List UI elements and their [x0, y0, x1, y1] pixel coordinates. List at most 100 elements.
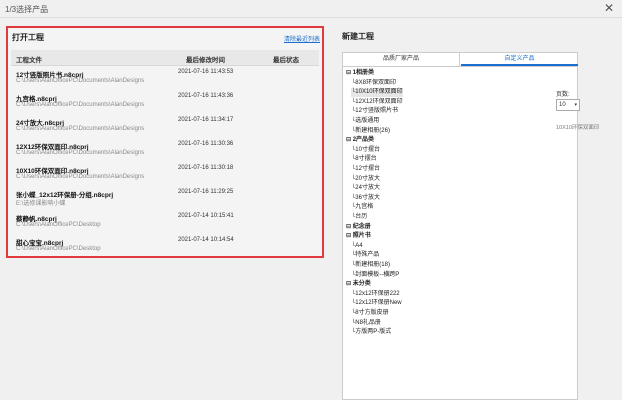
tree-item[interactable]: └九宫格: [351, 203, 373, 212]
open-project-panel: 打开工程 清除最近列表 工程文件 最后修改时间 最后状态 12寸竖版照片书.n8…: [6, 26, 324, 258]
tree-item-label: 12X12环保双面印: [355, 98, 403, 105]
tree-item-label: 12x12环保册New: [355, 300, 402, 307]
table-row[interactable]: 蔡静帆.n8cprj C:\Users\AlanOfficePC\Desktop 2…: [11, 210, 319, 234]
pages-label: 页数:: [556, 92, 570, 98]
recent-projects-table: 工程文件 最后修改时间 最后状态 12寸竖版照片书.n8cprj C:\Users…: [11, 50, 319, 258]
tab-custom-products[interactable]: 自定义产品: [461, 53, 578, 66]
tree-item[interactable]: └12寸摆台: [351, 165, 380, 174]
collapse-icon: ⊟: [346, 223, 353, 230]
collapse-icon: ⊟: [346, 137, 353, 144]
tree-item[interactable]: └10X10环保双面印: [351, 88, 403, 98]
chevron-down-icon: ▾: [574, 102, 577, 108]
product-tree: ⊟ 1相册类 └8X8环保双面印 └10X10环保双面印 └12X12环保双面印 └12…: [342, 67, 578, 400]
project-modified-time: 2021-07-14 10:15:41: [178, 213, 234, 219]
table-row[interactable]: 甜心宝宝.n8cprj C:\Users\AlanOfficePC\Desktop…: [11, 234, 319, 258]
tree-group[interactable]: ⊟ 照片书: [346, 232, 371, 241]
tree-item[interactable]: └24寸放大: [351, 184, 380, 193]
tree-item[interactable]: └新建相册(26): [351, 127, 390, 136]
collapse-icon: ⊟: [346, 281, 353, 288]
project-path: C:\Users\AlanOfficePC\Documents\AlanDesi…: [16, 102, 145, 108]
tree-item[interactable]: └N8礼品册: [351, 319, 381, 328]
tree-item-label: 九宫格: [355, 204, 374, 211]
tree-item-label: 12x12环保册222: [355, 290, 400, 297]
pages-select[interactable]: 10 ▾: [556, 99, 580, 111]
tree-group[interactable]: ⊟ 未分类: [346, 280, 371, 289]
tree-item[interactable]: └8X8环保双面印: [351, 79, 396, 88]
project-modified-time: 2021-07-14 10:14:54: [178, 237, 234, 243]
table-row[interactable]: 张小蝶_12x12环保册-分组.n8cprj E:\选修课影响小蝶 2021-07-…: [11, 186, 319, 210]
tree-item[interactable]: └12寸竖版照片书: [351, 107, 398, 116]
table-row[interactable]: 24寸放大.n8cprj C:\Users\AlanOfficePC\Docume…: [11, 114, 319, 138]
column-header-file: 工程文件: [16, 57, 42, 64]
clear-recent-link[interactable]: 清除最近列表: [284, 34, 320, 43]
tree-group[interactable]: ⊟ 1相册类: [346, 69, 374, 78]
tree-item-label: 24寸放大: [355, 185, 380, 192]
column-header-time: 最后修改时间: [186, 57, 225, 64]
title-bar: 1/3选择产品 ✕: [0, 0, 622, 18]
selected-product-label: 10X10环保双面印: [556, 125, 600, 131]
tree-item-label: 照片书: [352, 233, 371, 240]
table-row[interactable]: 12寸竖版照片书.n8cprj C:\Users\AlanOfficePC\Doc…: [11, 66, 319, 90]
tree-item-label: 36寸放大: [355, 194, 380, 201]
tree-item-label: 新建相册(18): [355, 262, 390, 268]
table-row[interactable]: 九宫格.n8cprj C:\Users\AlanOfficePC\Document…: [11, 90, 319, 114]
column-header-status: 最后状态: [273, 57, 299, 64]
tree-item[interactable]: └12x12环保册New: [351, 299, 402, 308]
project-modified-time: 2021-07-16 11:34:17: [178, 117, 234, 123]
pages-value: 10: [559, 102, 566, 108]
collapse-icon: ⊟: [346, 233, 353, 240]
tree-item-label: 2产品类: [352, 137, 375, 144]
tree-item-label: A4: [355, 242, 363, 249]
tree-item[interactable]: └8寸方版皮册: [351, 309, 389, 318]
table-row[interactable]: 12X12环保双面印.n8cprj C:\Users\AlanOfficePC\D…: [11, 138, 319, 162]
project-path: C:\Users\AlanOfficePC\Documents\AlanDesi…: [16, 174, 145, 180]
new-project-header: 新建工程: [342, 32, 374, 41]
tree-item[interactable]: └36寸放大: [351, 194, 380, 203]
collapse-icon: ⊟: [346, 70, 353, 76]
open-project-header: 打开工程: [12, 33, 44, 42]
table-header: 工程文件 最后修改时间 最后状态: [11, 50, 319, 66]
project-path: C:\Users\AlanOfficePC\Documents\AlanDesi…: [16, 150, 145, 156]
tree-item[interactable]: └选版通用: [351, 117, 379, 126]
tree-item[interactable]: └12X12环保双面印: [351, 98, 403, 107]
tree-group[interactable]: ⊟ 2产品类: [346, 136, 374, 145]
project-modified-time: 2021-07-16 11:29:25: [178, 189, 234, 195]
project-modified-time: 2021-07-16 11:30:18: [178, 165, 234, 171]
tree-item-label: 台历: [355, 214, 368, 220]
tree-item[interactable]: └8寸摆台: [351, 155, 377, 164]
tree-item-label: 8X8环保双面印: [355, 79, 396, 86]
project-path: E:\选修课影响小蝶: [16, 201, 66, 207]
close-icon[interactable]: ✕: [602, 1, 616, 15]
tree-group[interactable]: ⊟ 纪念册: [346, 223, 371, 232]
tree-item[interactable]: └12x12环保册222: [351, 290, 400, 299]
tree-item-label: 8寸方版皮册: [355, 310, 389, 316]
tab-vendor-products[interactable]: 品质厂家产品: [343, 53, 460, 66]
tree-item[interactable]: └20寸放大: [351, 175, 380, 184]
project-path: C:\Users\AlanOfficePC\Documents\AlanDesi…: [16, 126, 145, 132]
project-path: C:\Users\AlanOfficePC\Desktop: [16, 222, 101, 228]
tree-item[interactable]: └方版两P-版式: [351, 328, 391, 337]
tree-item-label: 12寸摆台: [355, 166, 380, 172]
tree-item-label: 20寸放大: [355, 175, 380, 182]
tree-item-label: 1相册类: [352, 70, 375, 76]
tree-item-label: 8寸摆台: [355, 156, 377, 163]
tree-item-label: 纪念册: [352, 223, 371, 230]
tree-item-label: 新建相册(26): [355, 127, 390, 134]
tree-item[interactable]: └封面模板--横跨P: [351, 271, 399, 280]
tree-item-label: N8礼品册: [355, 319, 381, 326]
tree-item[interactable]: └台历: [351, 213, 367, 222]
table-row[interactable]: 10X10环保双面印.n8cprj C:\Users\AlanOfficePC\D…: [11, 162, 319, 186]
tree-item-label: 特殊产品: [355, 252, 380, 259]
project-modified-time: 2021-07-16 11:30:36: [178, 141, 234, 147]
project-path: C:\Users\AlanOfficePC\Desktop: [16, 246, 101, 252]
tree-item-label: 未分类: [352, 281, 371, 288]
tree-item[interactable]: └特殊产品: [351, 251, 379, 260]
tree-item[interactable]: └10寸摆台: [351, 146, 380, 155]
tree-item-label: 10X10环保双面印: [355, 89, 403, 96]
project-modified-time: 2021-07-16 11:43:36: [178, 93, 234, 99]
tree-item[interactable]: └A4: [351, 242, 363, 251]
project-modified-time: 2021-07-16 11:43:53: [178, 69, 234, 75]
product-tabs: 品质厂家产品 自定义产品: [342, 52, 578, 67]
tree-item-label: 12寸竖版照片书: [355, 108, 398, 115]
tree-item[interactable]: └新建相册(18): [351, 261, 390, 270]
